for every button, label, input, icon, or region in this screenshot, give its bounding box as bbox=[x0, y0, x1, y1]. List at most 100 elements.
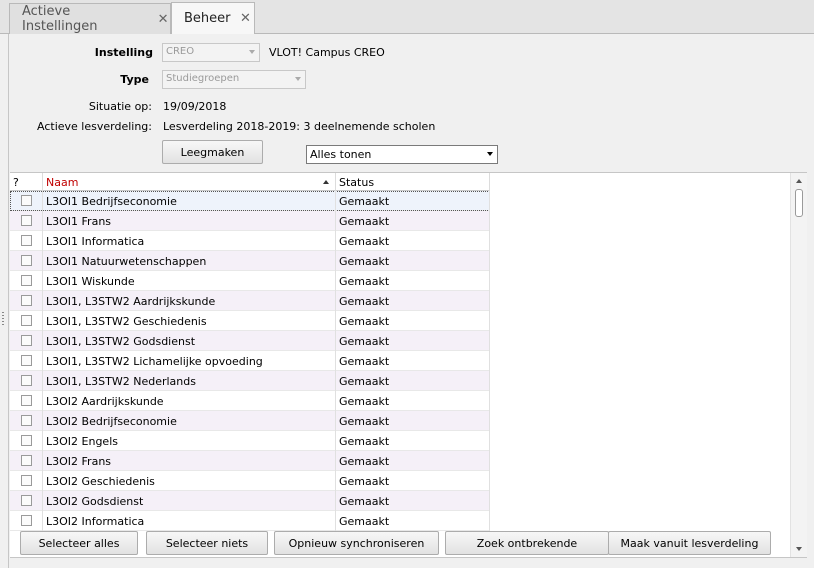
row-check-cell bbox=[10, 331, 43, 351]
row-checkbox[interactable] bbox=[21, 415, 32, 426]
row-check-cell bbox=[10, 251, 43, 271]
row-checkbox[interactable] bbox=[21, 255, 32, 266]
row-checkbox[interactable] bbox=[21, 195, 32, 206]
row-checkbox[interactable] bbox=[21, 475, 32, 486]
row-checkbox[interactable] bbox=[21, 235, 32, 246]
table-row[interactable]: L3OI1 Informatica Gemaakt bbox=[10, 231, 490, 251]
type-combo-value: Studiegroepen bbox=[166, 73, 240, 84]
select-none-button[interactable]: Selecteer niets bbox=[146, 531, 268, 555]
resync-button[interactable]: Opnieuw synchroniseren bbox=[274, 531, 439, 555]
row-check-cell bbox=[10, 191, 43, 211]
row-status: Gemaakt bbox=[336, 491, 490, 511]
row-naam: L3OI2 Bedrijfseconomie bbox=[43, 411, 336, 431]
row-checkbox[interactable] bbox=[21, 375, 32, 386]
row-check-cell bbox=[10, 451, 43, 471]
row-naam: L3OI1 Frans bbox=[43, 211, 336, 231]
table-row[interactable]: L3OI1, L3STW2 Aardrijkskunde Gemaakt bbox=[10, 291, 490, 311]
table-row[interactable]: L3OI2 Bedrijfseconomie Gemaakt bbox=[10, 411, 490, 431]
from-lesverdeling-button[interactable]: Maak vanuit lesverdeling bbox=[608, 531, 771, 555]
row-checkbox[interactable] bbox=[21, 315, 32, 326]
type-combo[interactable]: Studiegroepen bbox=[162, 70, 306, 89]
close-icon[interactable]: ✕ bbox=[156, 12, 170, 27]
column-header-naam[interactable]: Naam bbox=[43, 173, 336, 191]
row-checkbox[interactable] bbox=[21, 435, 32, 446]
row-status: Gemaakt bbox=[336, 291, 490, 311]
row-checkbox[interactable] bbox=[21, 495, 32, 506]
tab-label: Beheer bbox=[184, 11, 231, 26]
row-naam: L3OI2 Frans bbox=[43, 451, 336, 471]
row-checkbox[interactable] bbox=[21, 335, 32, 346]
row-status: Gemaakt bbox=[336, 511, 490, 531]
scrollbar-thumb[interactable] bbox=[795, 189, 803, 217]
row-checkbox[interactable] bbox=[21, 215, 32, 226]
tab-strip: Actieve Instellingen ✕ Beheer ✕ bbox=[0, 0, 814, 34]
row-status: Gemaakt bbox=[336, 411, 490, 431]
table-row[interactable]: L3OI1 Natuurwetenschappen Gemaakt bbox=[10, 251, 490, 271]
row-naam: L3OI1, L3STW2 Aardrijkskunde bbox=[43, 291, 336, 311]
lesverdeling-value: Lesverdeling 2018-2019: 3 deelnemende sc… bbox=[163, 120, 436, 133]
row-naam: L3OI2 Godsdienst bbox=[43, 491, 336, 511]
instelling-combo-value: CREO bbox=[166, 46, 195, 57]
table-row[interactable]: L3OI1 Bedrijfseconomie Gemaakt bbox=[10, 191, 490, 211]
table-row[interactable]: L3OI2 Frans Gemaakt bbox=[10, 451, 490, 471]
select-all-button[interactable]: Selecteer alles bbox=[20, 531, 138, 555]
tab-actieve-instellingen[interactable]: Actieve Instellingen ✕ bbox=[9, 3, 171, 34]
row-status: Gemaakt bbox=[336, 371, 490, 391]
find-missing-button[interactable]: Zoek ontbrekende bbox=[445, 531, 609, 555]
grid-header: ? Naam Status bbox=[10, 173, 490, 191]
situatie-value: 19/09/2018 bbox=[163, 100, 227, 113]
instelling-name: VLOT! Campus CREO bbox=[269, 46, 385, 59]
beheer-panel: Instelling CREO VLOT! Campus CREO Type S… bbox=[2, 34, 814, 568]
row-check-cell bbox=[10, 511, 43, 531]
close-icon[interactable]: ✕ bbox=[239, 11, 253, 26]
table-row[interactable]: L3OI1 Frans Gemaakt bbox=[10, 211, 490, 231]
row-check-cell bbox=[10, 211, 43, 231]
table-row[interactable]: L3OI1, L3STW2 Godsdienst Gemaakt bbox=[10, 331, 490, 351]
row-checkbox[interactable] bbox=[21, 295, 32, 306]
scroll-up-icon[interactable] bbox=[796, 179, 802, 183]
tab-label: Actieve Instellingen bbox=[22, 4, 98, 34]
vertical-scrollbar[interactable] bbox=[790, 173, 807, 557]
row-naam: L3OI1, L3STW2 Godsdienst bbox=[43, 331, 336, 351]
grid-rows: L3OI1 Bedrijfseconomie Gemaakt L3OI1 Frans… bbox=[10, 191, 490, 531]
row-check-cell bbox=[10, 271, 43, 291]
tab-beheer[interactable]: Beheer ✕ bbox=[171, 2, 255, 34]
row-check-cell bbox=[10, 371, 43, 391]
column-header-check[interactable]: ? bbox=[10, 173, 43, 191]
row-naam: L3OI2 Engels bbox=[43, 431, 336, 451]
row-naam: L3OI1 Bedrijfseconomie bbox=[43, 191, 336, 211]
leegmaken-button[interactable]: Leegmaken bbox=[162, 140, 263, 164]
row-check-cell bbox=[10, 431, 43, 451]
row-check-cell bbox=[10, 311, 43, 331]
row-checkbox[interactable] bbox=[21, 355, 32, 366]
table-row[interactable]: L3OI2 Engels Gemaakt bbox=[10, 431, 490, 451]
table-row[interactable]: L3OI1, L3STW2 Lichamelijke opvoeding Gema… bbox=[10, 351, 490, 371]
table-row[interactable]: L3OI1, L3STW2 Geschiedenis Gemaakt bbox=[10, 311, 490, 331]
row-naam: L3OI1 Wiskunde bbox=[43, 271, 336, 291]
row-checkbox[interactable] bbox=[21, 455, 32, 466]
table-row[interactable]: L3OI2 Informatica Gemaakt bbox=[10, 511, 490, 531]
row-checkbox[interactable] bbox=[21, 275, 32, 286]
row-checkbox[interactable] bbox=[21, 515, 32, 526]
filter-dropdown[interactable]: Alles tonen bbox=[306, 145, 498, 164]
splitter-handle[interactable] bbox=[2, 312, 4, 326]
row-checkbox[interactable] bbox=[21, 395, 32, 406]
row-naam: L3OI1, L3STW2 Nederlands bbox=[43, 371, 336, 391]
row-check-cell bbox=[10, 491, 43, 511]
row-check-cell bbox=[10, 411, 43, 431]
table-row[interactable]: L3OI2 Aardrijkskunde Gemaakt bbox=[10, 391, 490, 411]
scroll-down-icon[interactable] bbox=[796, 547, 802, 551]
row-check-cell bbox=[10, 471, 43, 491]
situatie-label: Situatie op: bbox=[88, 100, 152, 113]
type-label: Type bbox=[120, 73, 149, 86]
instelling-combo[interactable]: CREO bbox=[162, 43, 260, 62]
table-row[interactable]: L3OI2 Godsdienst Gemaakt bbox=[10, 491, 490, 511]
table-row[interactable]: L3OI1, L3STW2 Nederlands Gemaakt bbox=[10, 371, 490, 391]
row-status: Gemaakt bbox=[336, 471, 490, 491]
table-row[interactable]: L3OI1 Wiskunde Gemaakt bbox=[10, 271, 490, 291]
table-row[interactable]: L3OI2 Geschiedenis Gemaakt bbox=[10, 471, 490, 491]
chevron-down-icon bbox=[295, 77, 301, 81]
row-check-cell bbox=[10, 231, 43, 251]
column-header-status[interactable]: Status bbox=[336, 173, 490, 191]
row-status: Gemaakt bbox=[336, 271, 490, 291]
